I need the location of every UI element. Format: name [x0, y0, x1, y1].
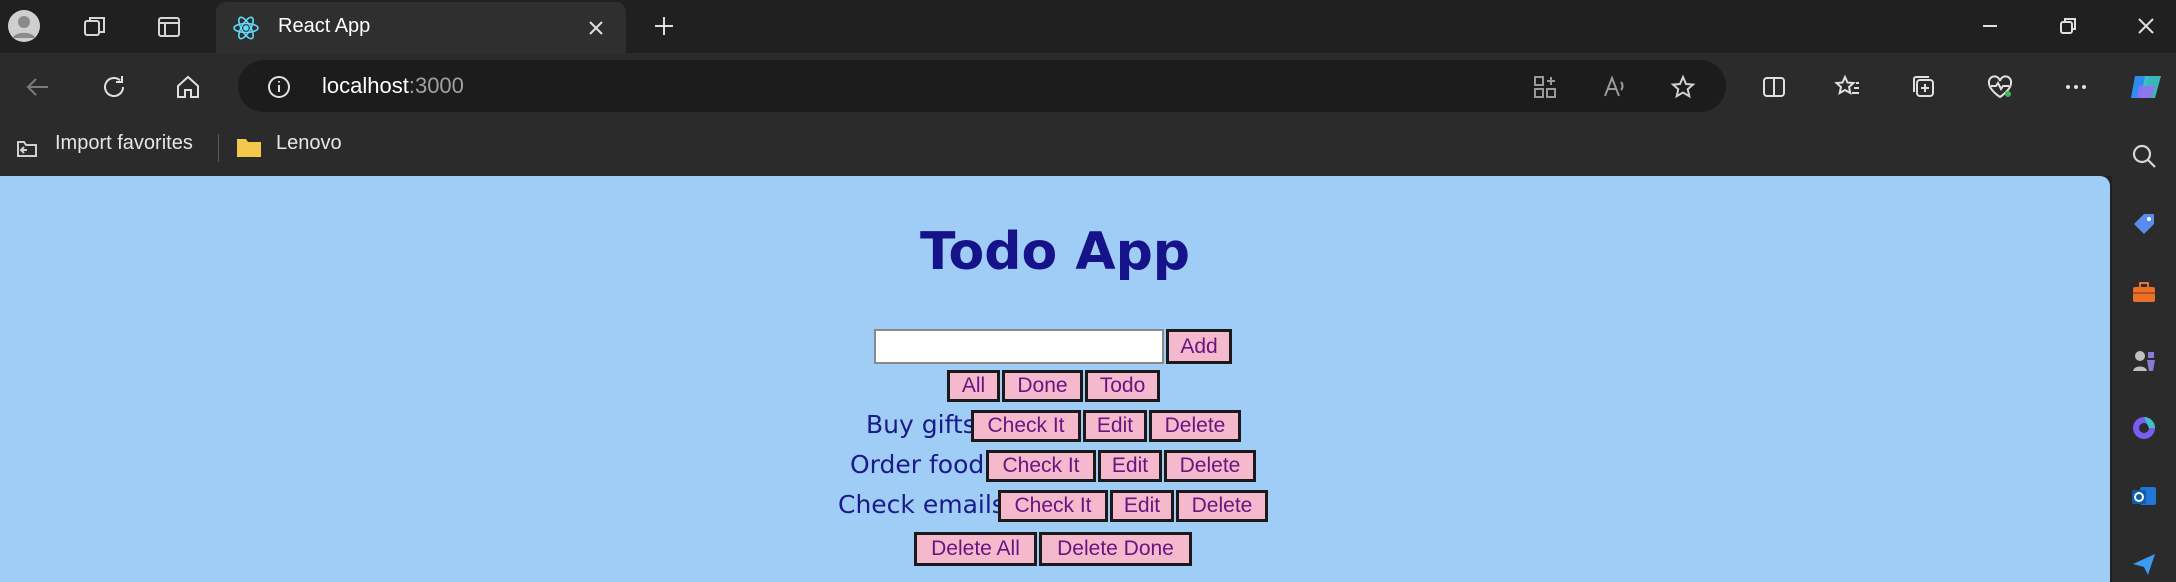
close-tab-icon[interactable] — [584, 16, 608, 40]
send-icon[interactable] — [2126, 546, 2162, 582]
shopping-tag-icon[interactable] — [2126, 206, 2162, 242]
favorite-lenovo[interactable]: Lenovo — [276, 132, 342, 155]
minimize-icon[interactable] — [1972, 10, 2008, 42]
filter-all-button[interactable]: All — [947, 370, 1000, 402]
address-bar[interactable]: localhost:3000 — [238, 60, 1726, 112]
filter-done-button[interactable]: Done — [1002, 370, 1083, 402]
new-tab-icon[interactable] — [648, 10, 680, 42]
check-it-button[interactable]: Check It — [998, 490, 1108, 522]
favorites-icon[interactable] — [1830, 69, 1866, 105]
title-bar: React App — [0, 0, 2176, 53]
favorites-bar: Import favorites Lenovo — [0, 122, 2176, 176]
todo-text: Buy gifts — [866, 410, 976, 439]
edit-button[interactable]: Edit — [1098, 450, 1162, 482]
tab-actions-icon[interactable] — [152, 10, 186, 44]
tools-briefcase-icon[interactable] — [2126, 274, 2162, 310]
favorite-import[interactable]: Import favorites — [55, 132, 193, 155]
home-icon[interactable] — [170, 69, 206, 105]
close-window-icon[interactable] — [2128, 10, 2164, 42]
delete-all-button[interactable]: Delete All — [914, 532, 1037, 566]
todo-text: Order food — [850, 450, 985, 479]
refresh-icon[interactable] — [96, 69, 132, 105]
games-icon[interactable] — [2126, 342, 2162, 378]
todo-input[interactable] — [874, 329, 1164, 364]
favorites-divider — [218, 134, 219, 162]
outlook-icon[interactable] — [2126, 478, 2162, 514]
sidebar — [2112, 122, 2176, 582]
tab-title: React App — [278, 15, 371, 37]
search-icon[interactable] — [2126, 138, 2162, 174]
profile-avatar-icon[interactable] — [6, 8, 42, 44]
back-icon[interactable] — [20, 69, 56, 105]
delete-done-button[interactable]: Delete Done — [1039, 532, 1192, 566]
browser-essentials-icon[interactable] — [1982, 69, 2018, 105]
react-logo-icon — [232, 14, 260, 42]
restore-icon[interactable] — [2050, 10, 2086, 42]
url-text: localhost:3000 — [322, 73, 464, 99]
check-it-button[interactable]: Check It — [971, 410, 1081, 442]
import-favorites-icon — [12, 132, 42, 162]
read-aloud-icon[interactable] — [1600, 72, 1630, 102]
delete-button[interactable]: Delete — [1164, 450, 1256, 482]
site-info-icon[interactable] — [264, 72, 294, 102]
delete-button[interactable]: Delete — [1176, 490, 1268, 522]
app-available-icon[interactable] — [1530, 72, 1560, 102]
url-host: localhost — [322, 73, 409, 98]
filter-todo-button[interactable]: Todo — [1085, 370, 1160, 402]
tab-react-app[interactable]: React App — [216, 2, 626, 53]
check-it-button[interactable]: Check It — [986, 450, 1096, 482]
copilot-icon[interactable] — [2124, 65, 2168, 109]
more-options-icon[interactable] — [2058, 69, 2094, 105]
collections-icon[interactable] — [1906, 69, 1942, 105]
edit-button[interactable]: Edit — [1083, 410, 1147, 442]
add-button[interactable]: Add — [1166, 329, 1232, 364]
edit-button[interactable]: Edit — [1110, 490, 1174, 522]
microsoft-365-icon[interactable] — [2126, 410, 2162, 446]
workspaces-icon[interactable] — [78, 10, 112, 44]
todo-text: Check emails — [838, 490, 1005, 519]
favorite-star-icon[interactable] — [1668, 72, 1698, 102]
page-title: Todo App — [919, 222, 1191, 282]
address-toolbar: localhost:3000 — [0, 53, 2176, 122]
url-port: :3000 — [408, 73, 464, 98]
folder-icon — [234, 132, 264, 162]
delete-button[interactable]: Delete — [1149, 410, 1241, 442]
split-screen-icon[interactable] — [1756, 69, 1792, 105]
